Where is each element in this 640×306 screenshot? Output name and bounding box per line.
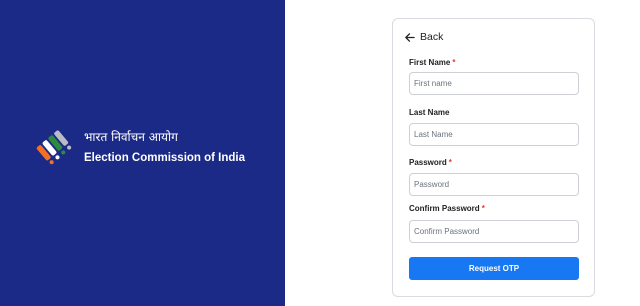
brand-english-name: Election Commission of India: [84, 152, 246, 164]
brand-hindi-name: भारत निर्वाचन आयोग: [84, 130, 178, 144]
password-input[interactable]: [409, 173, 579, 196]
signup-card: Back First Name* Last Name Password* Con…: [392, 18, 595, 297]
request-otp-button[interactable]: Request OTP: [409, 257, 579, 280]
password-label: Password *: [409, 158, 452, 167]
required-marker: *: [452, 58, 456, 67]
first-name-label: First Name *: [409, 58, 456, 67]
confirm-password-label: Confirm Password *: [409, 204, 485, 213]
brand-text: भारत निर्वाचन आयोग Election Commission o…: [84, 129, 245, 165]
brand-block: भारत निर्वाचन आयोग Election Commission o…: [36, 128, 245, 166]
first-name-input[interactable]: [409, 72, 579, 95]
branding-panel: भारत निर्वाचन आयोग Election Commission o…: [0, 0, 285, 306]
last-name-input[interactable]: [409, 123, 579, 146]
required-marker: *: [448, 158, 452, 167]
back-button[interactable]: Back: [404, 31, 443, 43]
confirm-password-input[interactable]: [409, 220, 579, 243]
last-name-label: Last Name: [409, 108, 450, 117]
back-label: Back: [420, 31, 444, 43]
required-marker: *: [481, 204, 485, 213]
arrow-left-icon: [405, 32, 415, 42]
eci-logo-icon: [36, 130, 72, 165]
